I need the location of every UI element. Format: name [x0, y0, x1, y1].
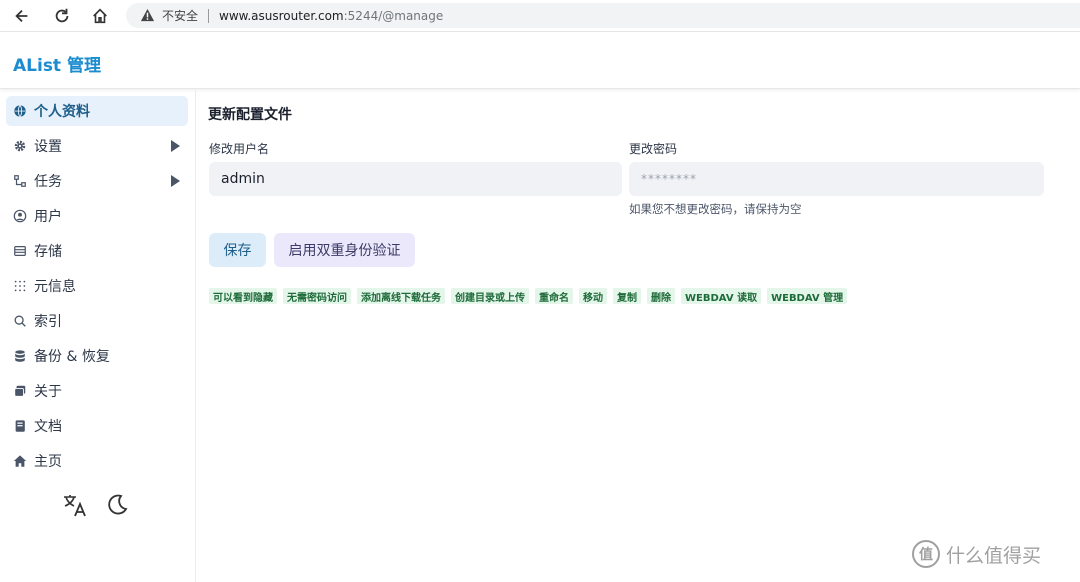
divider	[208, 8, 210, 23]
permission-badge: 添加离线下载任务	[357, 288, 445, 304]
sidebar-item-label: 文档	[34, 419, 62, 435]
about-icon	[12, 383, 28, 399]
user-icon	[12, 208, 28, 224]
moon-icon[interactable]	[104, 492, 130, 518]
password-label: 更改密码	[629, 142, 678, 156]
sidebar-item-label: 备份 & 恢复	[34, 349, 110, 365]
permission-badge: 无需密码访问	[283, 288, 351, 304]
storage-icon	[12, 243, 28, 259]
sidebar-item-profile[interactable]: 个人资料	[6, 96, 188, 126]
sidebar-item-label: 任务	[34, 174, 62, 190]
main-content: 更新配置文件 修改用户名 admin 更改密码 ******** 如果您不想更改…	[208, 90, 1068, 582]
sidebar-item-about[interactable]: 关于	[6, 376, 188, 406]
sidebar-item-settings[interactable]: 设置	[6, 131, 188, 161]
sidebar: 个人资料 设置 任务 用户 存储 元信息 索引 备份 & 恢复 关于 文档 主页	[0, 90, 196, 582]
app-header: AList 管理	[0, 33, 1080, 89]
sidebar-item-meta[interactable]: 元信息	[6, 271, 188, 301]
translate-icon[interactable]	[62, 492, 88, 518]
username-input[interactable]: admin	[209, 162, 622, 196]
chevron-right-icon[interactable]	[171, 140, 180, 152]
back-icon[interactable]	[11, 5, 33, 27]
sidebar-item-label: 设置	[34, 139, 62, 155]
watermark: 值 什么值得买	[912, 540, 1041, 568]
sidebar-item-index[interactable]: 索引	[6, 306, 188, 336]
sidebar-item-docs[interactable]: 文档	[6, 411, 188, 441]
permission-badge: 移动	[579, 288, 607, 304]
permission-badge: 重命名	[535, 288, 573, 304]
permission-badge: 创建目录或上传	[451, 288, 529, 304]
gear-icon	[12, 138, 28, 154]
url-host: www.asusrouter.com	[219, 8, 344, 23]
permission-badge: 复制	[613, 288, 641, 304]
sidebar-item-home[interactable]: 主页	[6, 446, 188, 476]
home-browser-icon[interactable]	[89, 5, 111, 27]
permission-badge: WEBDAV 读取	[681, 288, 762, 304]
sidebar-item-label: 个人资料	[34, 104, 90, 120]
sidebar-item-backup[interactable]: 备份 & 恢复	[6, 341, 188, 371]
browser-toolbar: 不安全 www.asusrouter.com:5244/@manage	[0, 0, 1080, 32]
search-icon	[12, 313, 28, 329]
permission-badge: WEBDAV 管理	[767, 288, 848, 304]
username-label: 修改用户名	[209, 142, 270, 156]
watermark-logo: 值	[912, 540, 940, 568]
book-icon	[12, 418, 28, 434]
insecure-label[interactable]: 不安全	[162, 7, 198, 24]
enable-2fa-button[interactable]: 启用双重身份验证	[274, 233, 415, 267]
reload-icon[interactable]	[51, 5, 73, 27]
database-icon	[12, 348, 28, 364]
globe-icon	[12, 103, 28, 119]
permission-badges: 可以看到隐藏 无需密码访问 添加离线下载任务 创建目录或上传 重命名 移动 复制…	[209, 288, 848, 304]
url-path: :5244/@manage	[343, 8, 444, 23]
sidebar-item-label: 主页	[34, 454, 62, 470]
task-icon	[12, 173, 28, 189]
password-hint: 如果您不想更改密码，请保持为空	[629, 202, 802, 216]
meta-icon	[12, 278, 28, 294]
warning-icon	[140, 8, 156, 24]
permission-badge: 可以看到隐藏	[209, 288, 277, 304]
save-button[interactable]: 保存	[209, 233, 266, 267]
watermark-text: 什么值得买	[946, 544, 1042, 567]
sidebar-item-tasks[interactable]: 任务	[6, 166, 188, 196]
sidebar-item-label: 用户	[34, 209, 62, 225]
sidebar-item-storage[interactable]: 存储	[6, 236, 188, 266]
address-bar[interactable]: 不安全 www.asusrouter.com:5244/@manage	[126, 3, 1080, 28]
password-input[interactable]: ********	[629, 162, 1044, 196]
sidebar-item-label: 关于	[34, 384, 62, 400]
home-icon	[12, 453, 28, 469]
page-title: 更新配置文件	[208, 107, 292, 123]
chevron-right-icon[interactable]	[171, 175, 180, 187]
sidebar-item-label: 索引	[34, 314, 62, 330]
sidebar-footer	[62, 492, 130, 518]
sidebar-item-label: 元信息	[34, 279, 76, 295]
sidebar-item-users[interactable]: 用户	[6, 201, 188, 231]
permission-badge: 删除	[647, 288, 675, 304]
sidebar-item-label: 存储	[34, 244, 62, 260]
app-title[interactable]: AList 管理	[13, 51, 101, 76]
